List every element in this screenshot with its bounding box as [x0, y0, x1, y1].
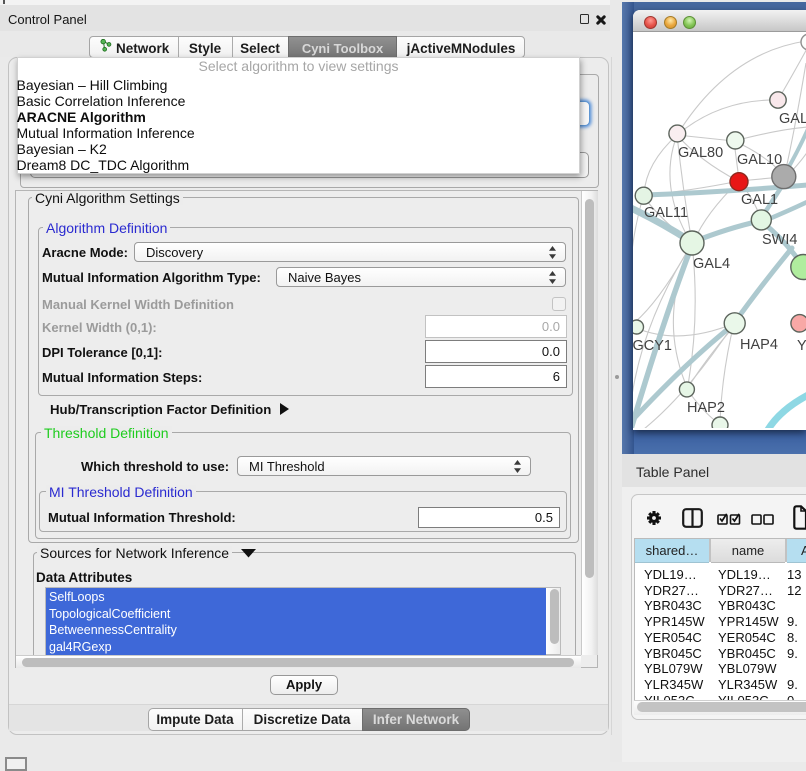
svg-text:GAL10: GAL10: [737, 152, 782, 168]
svg-text:GAL4: GAL4: [693, 256, 730, 272]
svg-text:HAP4: HAP4: [740, 337, 778, 353]
svg-text:GAL80: GAL80: [678, 145, 723, 161]
svg-text:Y: Y: [797, 338, 806, 354]
svg-text:GCY1: GCY1: [633, 338, 672, 354]
svg-text:GAL11: GAL11: [644, 205, 688, 221]
svg-text:GAL1: GAL1: [741, 192, 778, 208]
svg-text:GAL: GAL: [779, 111, 806, 127]
svg-text:HAP2: HAP2: [687, 400, 725, 416]
svg-text:SWI4: SWI4: [762, 232, 797, 248]
